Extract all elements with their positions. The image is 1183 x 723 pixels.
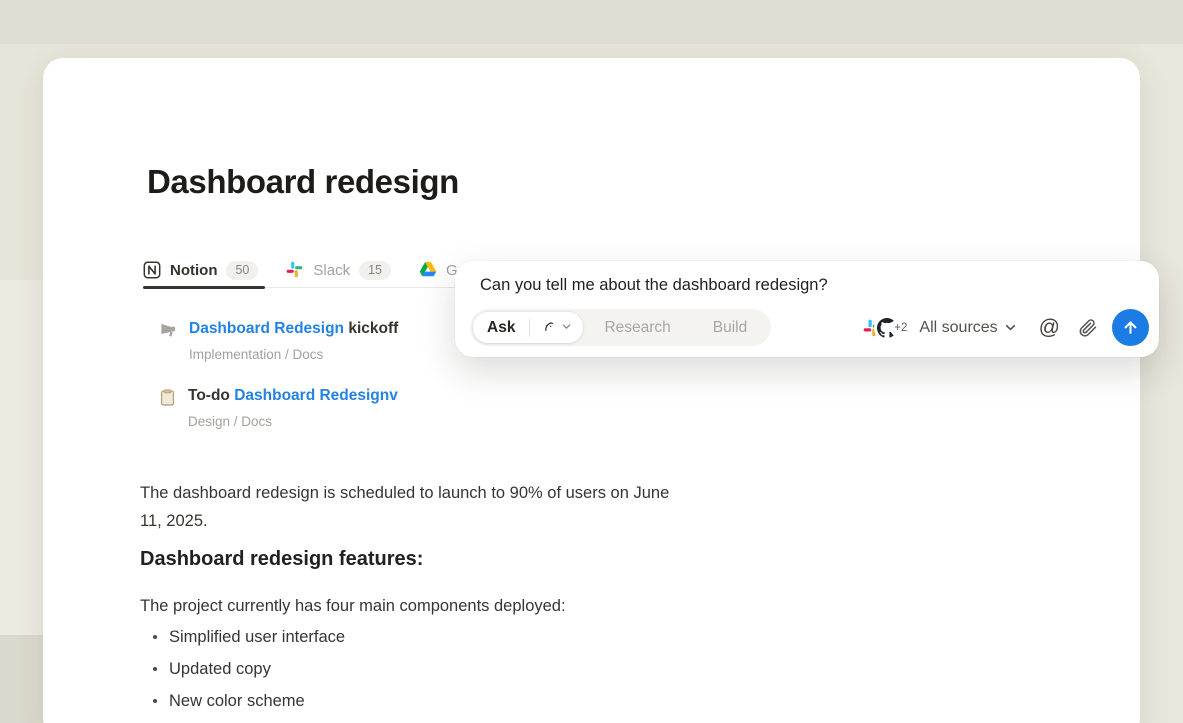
megaphone-icon xyxy=(160,322,177,339)
model-selector-button[interactable] xyxy=(530,312,583,343)
ask-controls: Ask Research Build xyxy=(470,309,1149,346)
active-mode-segment: Ask xyxy=(473,312,583,343)
result-link[interactable]: Dashboard Redesignv xyxy=(234,387,398,404)
result-title-prefix: To-do xyxy=(188,387,234,404)
clipboard-icon xyxy=(159,389,176,406)
attach-button[interactable] xyxy=(1078,318,1098,338)
notion-icon xyxy=(143,261,161,279)
sources-label: All sources xyxy=(919,319,997,337)
heading-features: Dashboard redesign features: xyxy=(140,548,423,571)
send-button[interactable] xyxy=(1112,309,1149,346)
slack-icon xyxy=(286,261,304,279)
background-patch xyxy=(0,0,1183,44)
result-content: To-do Dashboard Redesignv Design / Docs xyxy=(188,387,398,429)
desktop-background: Dashboard redesign Notion 50 Slack 15 xyxy=(0,0,1183,723)
paragraph-launch: The dashboard redesign is scheduled to l… xyxy=(140,480,675,535)
background-patch xyxy=(1140,44,1183,723)
bullet-item: Simplified user interface xyxy=(140,621,345,653)
paperclip-icon xyxy=(1078,318,1098,338)
bullet-text: New color scheme xyxy=(169,692,305,711)
tab-count-badge: 50 xyxy=(226,261,258,280)
result-content: Dashboard Redesign kickoff Implementatio… xyxy=(189,320,398,362)
chevron-down-icon xyxy=(561,320,572,335)
mode-build-button[interactable]: Build xyxy=(692,319,768,337)
mode-ask-button[interactable]: Ask xyxy=(473,319,529,337)
result-breadcrumb: Design / Docs xyxy=(188,414,398,429)
search-result-todo[interactable]: To-do Dashboard Redesignv Design / Docs xyxy=(159,387,398,429)
tab-count-badge: 15 xyxy=(359,261,391,280)
mode-selector: Ask Research Build xyxy=(470,309,771,346)
paragraph-components: The project currently has four main comp… xyxy=(140,593,566,621)
notion-page-card: Dashboard redesign Notion 50 Slack 15 xyxy=(43,58,1140,723)
tab-label: Slack xyxy=(313,262,350,279)
google-drive-icon xyxy=(419,261,437,279)
active-tab-indicator xyxy=(143,286,265,289)
mode-research-button[interactable]: Research xyxy=(583,319,691,337)
result-breadcrumb: Implementation / Docs xyxy=(189,347,398,362)
right-controls: +2 All sources @ xyxy=(863,309,1149,346)
tab-label: Notion xyxy=(170,262,217,279)
features-list: Simplified user interface Updated copy N… xyxy=(140,621,345,723)
result-title: Dashboard Redesign kickoff xyxy=(189,320,398,338)
ask-input[interactable]: Can you tell me about the dashboard rede… xyxy=(480,276,828,295)
arrow-up-icon xyxy=(1121,318,1140,337)
result-title-suffix: kickoff xyxy=(344,320,398,337)
more-sources-badge: +2 xyxy=(892,321,909,335)
ai-model-icon xyxy=(541,319,556,337)
bullet-item: Updated copy xyxy=(140,653,345,685)
sources-selector[interactable]: +2 All sources xyxy=(863,317,1016,339)
ai-ask-box: Can you tell me about the dashboard rede… xyxy=(455,261,1159,357)
result-title: To-do Dashboard Redesignv xyxy=(188,387,398,405)
result-link[interactable]: Dashboard Redesign xyxy=(189,320,344,337)
bullet-text: Updated copy xyxy=(169,660,271,679)
bullet-item: Interactive buttons xyxy=(140,717,345,723)
tab-slack[interactable]: Slack 15 xyxy=(286,261,391,280)
tab-notion[interactable]: Notion 50 xyxy=(143,261,258,280)
bullet-item: New color scheme xyxy=(140,685,345,717)
page-title: Dashboard redesign xyxy=(147,163,459,201)
source-icons: +2 xyxy=(863,317,909,339)
search-result-kickoff[interactable]: Dashboard Redesign kickoff Implementatio… xyxy=(160,320,398,362)
bullet-text: Simplified user interface xyxy=(169,628,345,647)
mention-button[interactable]: @ xyxy=(1039,317,1060,338)
chevron-down-icon xyxy=(1004,321,1017,334)
